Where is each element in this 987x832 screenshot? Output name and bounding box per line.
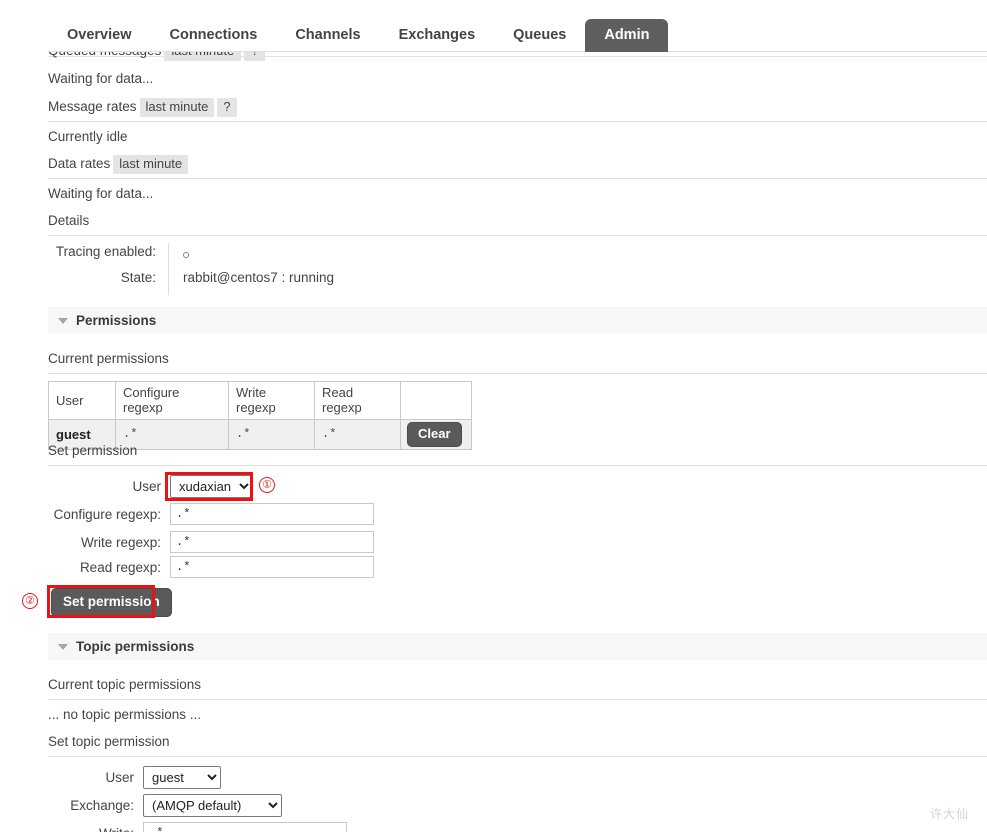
exchange-select[interactable]: (AMQP default) <box>143 794 282 817</box>
table-header-row: User Configure regexp Write regexp Read … <box>48 381 472 420</box>
form-row-write-regexp: Write regexp: <box>48 531 374 553</box>
divider <box>48 465 987 466</box>
message-rates-row: Message rates last minute? <box>48 98 237 117</box>
permissions-section-title: Permissions <box>76 313 157 328</box>
user-label: User <box>132 479 161 494</box>
divider <box>48 235 987 236</box>
write-regexp-input[interactable] <box>170 531 374 553</box>
cell-action: Clear <box>400 419 472 450</box>
cell-write: .* <box>228 419 315 450</box>
col-read-regexp: Read regexp <box>314 381 401 420</box>
no-topic-permissions-text: ... no topic permissions ... <box>48 707 202 722</box>
configure-regexp-input[interactable] <box>170 503 374 525</box>
current-topic-permissions-heading: Current topic permissions <box>48 677 202 692</box>
write-regexp-label: Write regexp: <box>80 534 161 550</box>
current-permissions-table: User Configure regexp Write regexp Read … <box>48 381 472 450</box>
tab-exchanges[interactable]: Exchanges <box>380 19 495 52</box>
tab-channels[interactable]: Channels <box>276 19 379 52</box>
divider <box>48 756 987 757</box>
user-select-set-permission[interactable]: xudaxian <box>170 475 253 498</box>
read-regexp-label: Read regexp: <box>79 559 161 575</box>
user-select-topic-permission[interactable]: guest <box>143 766 221 789</box>
tab-admin[interactable]: Admin <box>585 19 669 52</box>
message-rates-period-chip[interactable]: last minute <box>139 98 215 117</box>
message-rates-help-chip[interactable]: ? <box>217 98 237 117</box>
annotation-marker-1: ① <box>259 477 275 493</box>
set-permission-submit-button[interactable]: Set permission <box>51 588 172 617</box>
message-rates-label: Message rates <box>48 99 137 114</box>
col-actions <box>400 381 472 420</box>
col-user: User <box>48 381 116 420</box>
exchange-label: Exchange: <box>70 798 134 813</box>
currently-idle-text: Currently idle <box>48 129 128 144</box>
form-row-topic-exchange: Exchange: (AMQP default) <box>48 794 282 817</box>
tab-overview[interactable]: Overview <box>48 19 151 52</box>
state-label: State: <box>120 270 156 285</box>
divider <box>48 121 987 122</box>
topic-write-input[interactable] <box>143 822 347 832</box>
read-regexp-input[interactable] <box>170 556 374 578</box>
data-rates-label: Data rates <box>48 156 111 171</box>
watermark: 许大仙 <box>929 807 969 821</box>
divider <box>48 373 987 374</box>
chevron-down-icon <box>58 317 68 324</box>
form-row-topic-write: Write: <box>48 822 347 832</box>
form-row-configure-regexp: Configure regexp: <box>48 503 374 525</box>
details-heading: Details <box>48 213 90 228</box>
tab-queues[interactable]: Queues <box>494 19 585 52</box>
data-rates-row: Data rates last minute <box>48 155 189 174</box>
detail-row-tracing: Tracing enabled: <box>48 243 588 269</box>
configure-regexp-label: Configure regexp: <box>53 506 161 522</box>
data-waiting-text: Waiting for data... <box>48 186 154 201</box>
queued-waiting-text: Waiting for data... <box>48 71 154 86</box>
main-navigation: Overview Connections Channels Exchanges … <box>0 0 987 52</box>
topic-permissions-section-title: Topic permissions <box>76 639 195 654</box>
set-permission-submit-wrap: Set permission <box>51 588 172 617</box>
nav-tabs: Overview Connections Channels Exchanges … <box>48 19 669 52</box>
detail-row-state: State: rabbit@centos7 : running <box>48 269 588 295</box>
divider <box>48 699 987 700</box>
state-value: rabbit@centos7 : running <box>168 269 588 295</box>
topic-write-label: Write: <box>48 826 143 832</box>
details-table: Tracing enabled: State: rabbit@centos7 :… <box>48 243 588 295</box>
annotation-marker-2: ② <box>22 593 38 609</box>
form-row-user: User xudaxian <box>48 475 253 498</box>
clear-permission-button[interactable]: Clear <box>407 422 462 447</box>
chevron-down-icon <box>58 643 68 650</box>
data-rates-period-chip[interactable]: last minute <box>113 155 189 174</box>
set-permission-heading: Set permission <box>48 443 138 458</box>
col-write-regexp: Write regexp <box>228 381 315 420</box>
tracing-enabled-value <box>168 243 588 269</box>
section-header-permissions[interactable]: Permissions <box>48 307 987 334</box>
form-row-topic-user: User guest <box>48 766 221 789</box>
rabbitmq-admin-page: Queued messageslast minute? Overview Con… <box>0 0 987 832</box>
tracing-enabled-label: Tracing enabled: <box>55 244 156 259</box>
form-row-read-regexp: Read regexp: <box>48 556 374 578</box>
section-header-topic-permissions[interactable]: Topic permissions <box>48 633 987 660</box>
current-permissions-heading: Current permissions <box>48 351 169 366</box>
cell-read: .* <box>314 419 401 450</box>
set-topic-permission-heading: Set topic permission <box>48 734 170 749</box>
tab-connections[interactable]: Connections <box>151 19 277 52</box>
topic-user-label: User <box>105 770 134 785</box>
col-configure-regexp: Configure regexp <box>115 381 229 420</box>
divider <box>48 178 987 179</box>
circle-icon <box>183 251 189 258</box>
